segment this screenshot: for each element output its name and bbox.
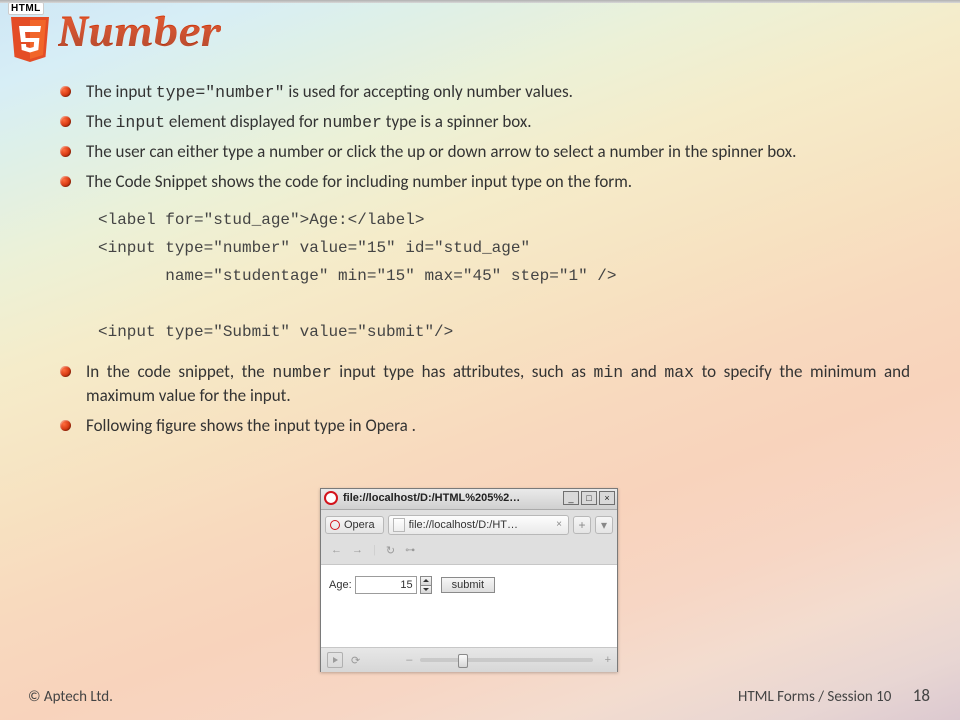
header-rule	[0, 0, 960, 3]
submit-button[interactable]: submit	[441, 577, 495, 593]
zoom-slider[interactable]	[420, 658, 592, 662]
bullet-list: The input type="number" is used for acce…	[60, 80, 910, 194]
code-run: number	[272, 363, 331, 382]
text-run: type is a spinner box.	[382, 111, 532, 132]
new-tab-button[interactable]: +	[573, 516, 591, 534]
text-run: The input	[86, 81, 156, 102]
chevron-up-icon	[423, 579, 429, 582]
bullet-item: The input type="number" is used for acce…	[60, 80, 910, 104]
form-row: Age: 15 submit	[329, 576, 609, 594]
bullet-item: The user can either type a number or cli…	[60, 140, 910, 164]
code-line: <input type="number" value="15" id="stud…	[98, 239, 530, 257]
maximize-button[interactable]: □	[581, 491, 597, 505]
status-bar: ⟳ – +	[321, 647, 617, 672]
spinner-down-button[interactable]	[420, 586, 432, 595]
code-snippet: <label for="stud_age">Age:</label> <inpu…	[60, 200, 910, 360]
slide-title: Number	[58, 6, 221, 57]
slide-content: The input type="number" is used for acce…	[60, 80, 910, 443]
page-number: 18	[913, 685, 930, 706]
key-icon[interactable]: ⊶	[405, 545, 415, 556]
text-run: input type has attributes, such as	[332, 361, 594, 382]
code-line: <input type="Submit" value="submit"/>	[98, 323, 453, 341]
page-viewport: Age: 15 submit	[321, 565, 617, 647]
slide: HTML Number The input type="number" is u…	[0, 0, 960, 720]
back-icon[interactable]: ←	[331, 544, 342, 556]
window-titlebar[interactable]: file://localhost/D:/HTML%205%2… _ □ ×	[321, 489, 617, 510]
toolbar-separator: |	[373, 544, 376, 556]
zoom-out-icon[interactable]: –	[406, 654, 412, 666]
browser-tab[interactable]: file://localhost/D:/HT… ×	[388, 515, 569, 535]
text-run: In the code snippet, the	[86, 361, 272, 382]
zoom-in-icon[interactable]: +	[605, 654, 611, 666]
bullet-item: In the code snippet, the number input ty…	[60, 360, 910, 408]
code-run: number	[323, 113, 382, 132]
bullet-item: The Code Snippet shows the code for incl…	[60, 170, 910, 194]
code-line: name="studentage" min="15" max="45" step…	[98, 267, 616, 285]
window-title: file://localhost/D:/HTML%205%2…	[343, 492, 520, 504]
close-button[interactable]: ×	[599, 491, 615, 505]
text-run: element displayed for	[165, 111, 322, 132]
code-run: max	[664, 363, 694, 382]
tab-close-icon[interactable]: ×	[554, 519, 564, 530]
code-run: min	[593, 363, 623, 382]
age-label: Age:	[329, 579, 352, 591]
tab-menu-button[interactable]: ▾	[595, 516, 613, 534]
spinner-buttons	[420, 576, 432, 594]
bullet-item: The input element displayed for number t…	[60, 110, 910, 134]
code-line: <label for="stud_age">Age:</label>	[98, 211, 424, 229]
window-controls: _ □ ×	[563, 491, 615, 505]
zoom-slider-thumb[interactable]	[458, 654, 468, 668]
opera-logo-icon	[330, 520, 340, 530]
spinner-up-button[interactable]	[420, 576, 432, 586]
age-number-input[interactable]: 15	[355, 576, 417, 594]
opera-menu-label: Opera	[344, 519, 375, 531]
html5-badge-text: HTML	[8, 3, 44, 14]
opera-window: file://localhost/D:/HTML%205%2… _ □ × Op…	[320, 488, 618, 672]
panel-toggle-icon[interactable]	[327, 652, 343, 668]
tab-title: file://localhost/D:/HT…	[409, 519, 551, 531]
page-icon	[393, 518, 405, 532]
slide-header: HTML Number	[0, 0, 960, 68]
reload-icon[interactable]: ↻	[386, 544, 395, 557]
text-run: is used for accepting only number values…	[285, 81, 573, 102]
bullet-list: In the code snippet, the number input ty…	[60, 360, 910, 438]
bullet-item: Following figure shows the input type in…	[60, 414, 910, 438]
minimize-button[interactable]: _	[563, 491, 579, 505]
code-run: type="number"	[156, 83, 285, 102]
html5-shield-icon	[8, 15, 52, 63]
forward-icon[interactable]: →	[352, 544, 363, 556]
opera-menu-button[interactable]: Opera	[325, 516, 384, 534]
text-run: and	[623, 361, 664, 382]
opera-logo-icon	[324, 491, 338, 505]
copyright-text: © Aptech Ltd.	[28, 688, 113, 706]
code-run: input	[116, 113, 166, 132]
text-run: The	[86, 111, 116, 132]
sync-icon[interactable]: ⟳	[351, 654, 360, 667]
session-label: HTML Forms / Session 10	[738, 688, 891, 706]
nav-toolbar: ← → | ↻ ⊶	[321, 536, 617, 565]
footer-right: HTML Forms / Session 10 18	[738, 685, 930, 706]
chevron-down-icon	[423, 588, 429, 591]
html5-badge-label: HTML	[8, 2, 44, 15]
tab-strip: Opera file://localhost/D:/HT… × + ▾	[321, 510, 617, 536]
